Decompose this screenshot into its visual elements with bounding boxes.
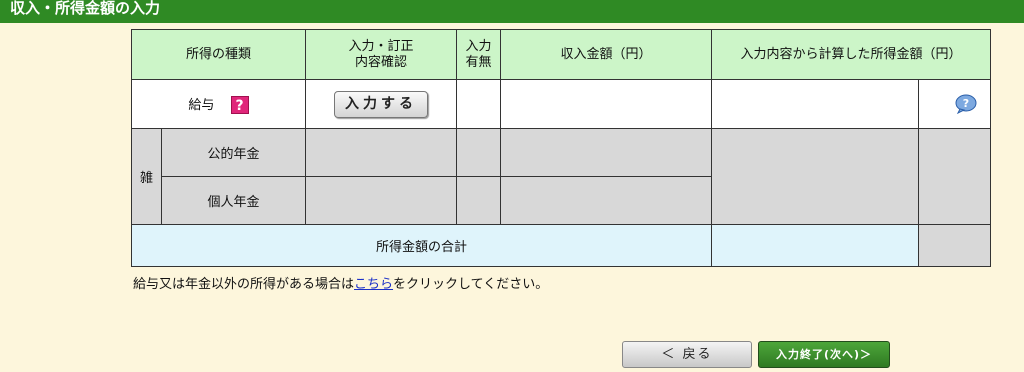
finish-next-button[interactable]: 入力終了(次へ)＞	[758, 341, 890, 368]
header-computed-amount: 入力内容から計算した所得金額（円）	[711, 29, 992, 80]
header-income-type: 所得の種類	[130, 29, 307, 80]
header-input-confirm: 入力・訂正 内容確認	[305, 29, 458, 80]
private-pension-presence-cell	[456, 176, 502, 225]
salary-income-cell	[500, 79, 713, 129]
salary-computed-cell	[711, 79, 920, 129]
other-income-note: 給与又は年金以外の所得がある場合はこちらをクリックしてください。	[133, 277, 549, 292]
table-row-salary: 給与 ? 入力する ?	[130, 79, 992, 129]
svg-text:?: ?	[963, 97, 969, 110]
pension-help-cell	[918, 128, 992, 225]
public-pension-presence-cell	[456, 128, 502, 177]
total-extra-cell	[918, 224, 992, 267]
salary-presence-cell	[456, 79, 502, 129]
public-pension-income-cell	[500, 128, 713, 177]
table-row-total: 所得金額の合計	[130, 224, 992, 267]
total-value-cell	[711, 224, 920, 267]
salary-help-cell: ?	[918, 79, 992, 129]
misc-group-label: 雑	[131, 128, 162, 225]
salary-input-cell: 入力する	[305, 79, 458, 129]
table-row-public-pension: 雑 公的年金	[131, 128, 992, 225]
private-pension-label: 個人年金	[160, 176, 307, 225]
table-header-row: 所得の種類 入力・訂正 内容確認 入力 有無 収入金額（円） 入力内容から計算し…	[130, 29, 992, 80]
salary-label-cell: 給与 ?	[130, 79, 307, 129]
private-pension-input-cell	[305, 176, 458, 225]
header-input-presence: 入力 有無	[456, 29, 502, 80]
page-header: 収入・所得金額の入力	[0, 0, 1024, 23]
income-table: 所得の種類 入力・訂正 内容確認 入力 有無 収入金額（円） 入力内容から計算し…	[130, 29, 992, 267]
private-pension-income-cell	[500, 176, 713, 225]
page-title: 収入・所得金額の入力	[10, 0, 161, 17]
help-bubble-icon[interactable]: ?	[954, 94, 978, 115]
other-income-link[interactable]: こちら	[354, 277, 393, 292]
total-label: 所得金額の合計	[130, 224, 713, 267]
salary-input-button[interactable]: 入力する	[334, 90, 429, 118]
salary-label: 給与	[188, 97, 215, 113]
public-pension-label: 公的年金	[160, 128, 307, 177]
help-question-icon[interactable]: ?	[230, 96, 249, 115]
pension-computed-cell	[711, 128, 920, 225]
back-button[interactable]: ＜ 戻る	[622, 341, 752, 368]
public-pension-input-cell	[305, 128, 458, 177]
header-income-amount: 収入金額（円）	[500, 29, 713, 80]
